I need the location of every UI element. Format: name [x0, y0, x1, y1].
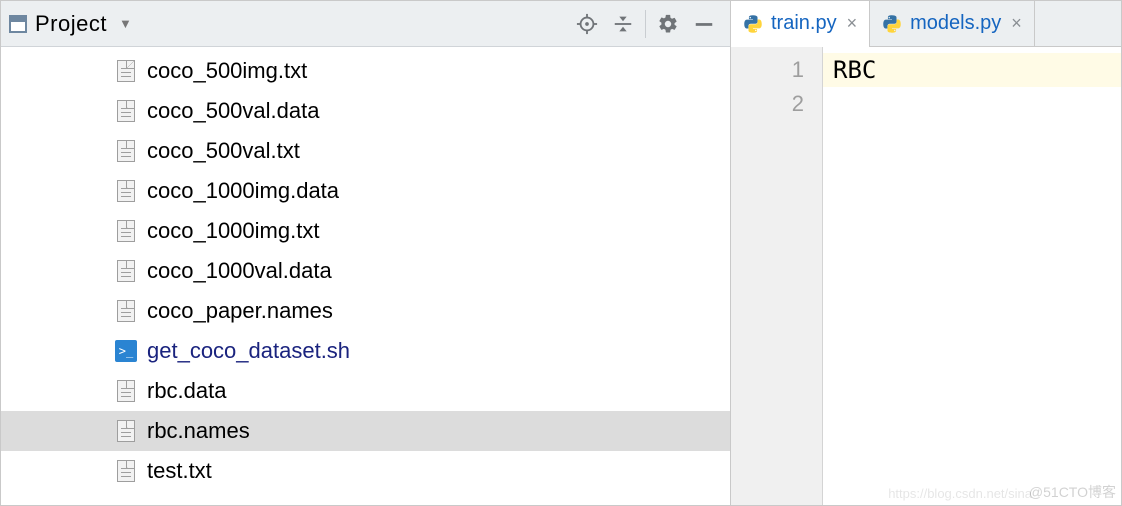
editor-pane: train.py × models.py × 12 RBC [731, 1, 1121, 505]
editor-tab-label: models.py [910, 12, 1001, 35]
project-toolbar: Project ▼ [1, 1, 730, 47]
tree-item[interactable]: test.txt [1, 451, 730, 491]
chevron-down-icon: ▼ [119, 16, 132, 31]
tree-item-label: coco_500val.txt [147, 138, 300, 164]
code-line[interactable] [823, 87, 1121, 121]
project-icon [9, 15, 27, 33]
text-file-icon [115, 98, 137, 124]
project-title: Project [35, 11, 107, 37]
editor-code[interactable]: RBC [823, 47, 1121, 505]
editor-tab[interactable]: models.py × [870, 1, 1035, 46]
editor-tab-label: train.py [771, 12, 837, 35]
editor: 12 RBC [731, 47, 1121, 505]
toolbar-divider [645, 10, 646, 38]
tree-item-label: coco_1000img.data [147, 178, 339, 204]
close-icon[interactable]: × [1009, 13, 1024, 34]
text-file-icon [115, 378, 137, 404]
tree-item[interactable]: coco_500val.data [1, 91, 730, 131]
editor-gutter: 12 [731, 47, 823, 505]
text-file-icon [115, 418, 137, 444]
project-view-selector[interactable]: Project ▼ [9, 11, 132, 37]
tree-item-label: coco_1000img.txt [147, 218, 319, 244]
tree-item[interactable]: >_ get_coco_dataset.sh [1, 331, 730, 371]
tree-item-label: coco_1000val.data [147, 258, 332, 284]
gutter-line-number: 1 [731, 53, 822, 87]
text-file-icon [115, 218, 137, 244]
tree-item-label: test.txt [147, 458, 212, 484]
tree-item[interactable]: rbc.data [1, 371, 730, 411]
locate-button[interactable] [569, 6, 605, 42]
text-file-icon [115, 178, 137, 204]
tree-item[interactable]: coco_1000img.txt [1, 211, 730, 251]
code-line[interactable]: RBC [823, 53, 1121, 87]
close-icon[interactable]: × [845, 13, 860, 34]
tree-item-label: coco_500img.txt [147, 58, 307, 84]
text-file-icon [115, 258, 137, 284]
tree-item-label: coco_paper.names [147, 298, 333, 324]
tree-item-label: rbc.names [147, 418, 250, 444]
tree-item[interactable]: coco_1000val.data [1, 251, 730, 291]
python-file-icon [743, 14, 763, 34]
tree-item[interactable]: rbc.names [1, 411, 730, 451]
shell-file-icon: >_ [115, 338, 137, 364]
editor-tab[interactable]: train.py × [731, 1, 870, 46]
tree-item-label: get_coco_dataset.sh [147, 338, 350, 364]
file-tree[interactable]: coco_500img.txt coco_500val.data coco_500v… [1, 47, 730, 505]
python-file-icon [882, 14, 902, 34]
tree-item[interactable]: coco_paper.names [1, 291, 730, 331]
collapse-all-button[interactable] [605, 6, 641, 42]
editor-tabs: train.py × models.py × [731, 1, 1121, 47]
hide-button[interactable] [686, 6, 722, 42]
tree-item[interactable]: coco_500img.txt [1, 51, 730, 91]
text-file-icon [115, 458, 137, 484]
text-file-icon [115, 58, 137, 84]
text-file-icon [115, 138, 137, 164]
tree-item[interactable]: coco_500val.txt [1, 131, 730, 171]
text-file-icon [115, 298, 137, 324]
tree-item-label: rbc.data [147, 378, 227, 404]
project-tool-window: Project ▼ [1, 1, 731, 505]
tree-item[interactable]: coco_1000img.data [1, 171, 730, 211]
gutter-line-number: 2 [731, 87, 822, 121]
settings-button[interactable] [650, 6, 686, 42]
tree-item-label: coco_500val.data [147, 98, 319, 124]
